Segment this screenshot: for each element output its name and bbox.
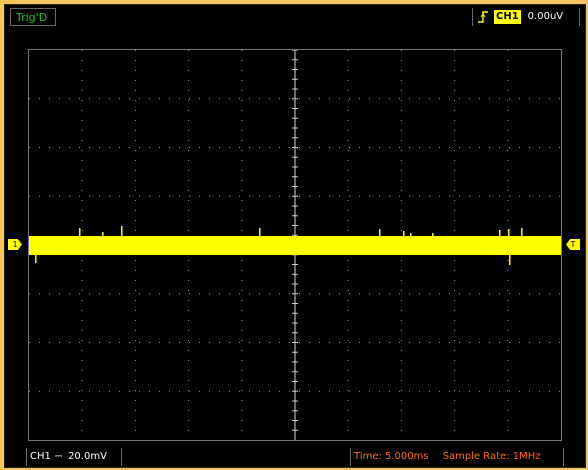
waveform-grid (29, 50, 561, 440)
volts-div: 20.0mV (68, 451, 107, 462)
oscilloscope-display[interactable] (28, 49, 562, 441)
coupling-icon: ⎓ (54, 452, 63, 462)
trigger-info: CH1 0.00uV (472, 8, 580, 26)
timebase-info: Time: 5.000ms Sample Rate: 1MHz (350, 448, 564, 466)
trigger-channel: CH1 (494, 10, 521, 24)
sample-rate: Sample Rate: 1MHz (442, 451, 541, 462)
ch1-waveform-trace (29, 236, 561, 255)
rising-edge-icon (478, 11, 488, 23)
time-base: Time: 5.000ms (354, 451, 429, 462)
channel-settings: CH1 ⎓ 20.0mV (26, 448, 122, 466)
trigger-status: Trig'D (10, 8, 56, 26)
trigger-level: 0.00uV (527, 11, 564, 22)
channel-label: CH1 (30, 451, 51, 462)
